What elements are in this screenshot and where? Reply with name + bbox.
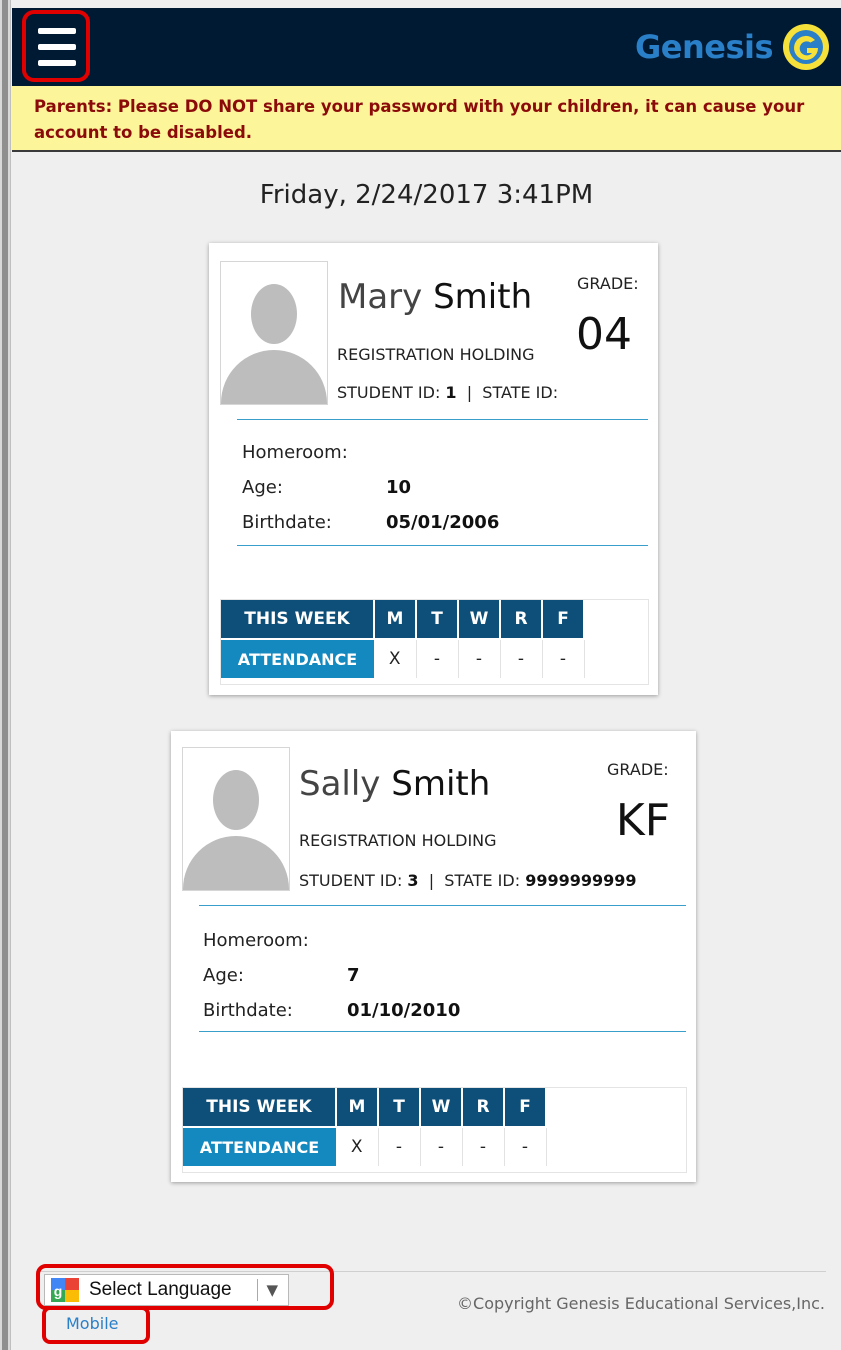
birthdate-value: 01/10/2010	[347, 1000, 461, 1021]
student-id-label: STUDENT ID:	[299, 871, 403, 890]
dropdown-arrow-icon: ▼	[266, 1281, 278, 1299]
day-header-m: M	[336, 1088, 379, 1127]
student-last-name: Smith	[433, 277, 533, 317]
birthdate-label: Birthdate:	[203, 1000, 293, 1021]
student-card-sally[interactable]: Sally Smith GRADE: KF REGISTRATION HOLDI…	[171, 731, 696, 1182]
state-id-label: STATE ID:	[444, 871, 521, 890]
age-row: Age: 10	[242, 470, 499, 505]
attendance-row-label: ATTENDANCE	[221, 638, 374, 678]
day-header-w: W	[458, 600, 501, 639]
this-week-header: THIS WEEK	[183, 1088, 337, 1127]
age-value: 7	[347, 965, 360, 986]
student-id-value: 3	[407, 871, 419, 890]
homeroom-label: Homeroom:	[242, 442, 348, 463]
attendance-mark-r: -	[462, 1126, 505, 1166]
day-header-m: M	[374, 600, 417, 639]
copyright-text: ©Copyright Genesis Educational Services,…	[457, 1294, 825, 1313]
student-details: Homeroom: Age: 10 Birthdate: 05/01/2006	[242, 435, 499, 540]
birthdate-row: Birthdate: 05/01/2006	[242, 505, 499, 540]
genesis-logo[interactable]: Genesis	[635, 22, 831, 72]
age-row: Age: 7	[203, 958, 460, 993]
avatar-head-shape	[213, 770, 259, 830]
student-card-mary[interactable]: Mary Smith GRADE: 04 REGISTRATION HOLDIN…	[209, 243, 658, 695]
student-details: Homeroom: Age: 7 Birthdate: 01/10/2010	[203, 923, 460, 1028]
day-header-t: T	[378, 1088, 421, 1127]
attendance-table: THIS WEEK M T W R F ATTENDANCE X - - - -	[220, 599, 649, 685]
grade-value: KF	[615, 795, 671, 846]
attendance-row-label: ATTENDANCE	[183, 1126, 336, 1166]
attendance-mark-t: -	[416, 638, 459, 678]
id-separator: |	[466, 383, 473, 402]
day-header-f: F	[542, 600, 585, 639]
hamburger-menu-button[interactable]	[22, 10, 90, 82]
day-header-r: R	[500, 600, 543, 639]
student-name: Mary Smith	[338, 277, 532, 317]
age-label: Age:	[242, 477, 283, 498]
birthdate-label: Birthdate:	[242, 512, 332, 533]
password-warning-banner: Parents: Please DO NOT share your passwo…	[12, 86, 841, 152]
attendance-mark-t: -	[378, 1126, 421, 1166]
divider-line	[199, 1031, 686, 1032]
birthdate-row: Birthdate: 01/10/2010	[203, 993, 460, 1028]
day-header-r: R	[462, 1088, 505, 1127]
day-header-f: F	[504, 1088, 547, 1127]
left-scrollbar[interactable]	[0, 0, 11, 1350]
student-last-name: Smith	[391, 764, 491, 804]
scrollbar-thumb[interactable]	[2, 0, 8, 1350]
student-first-name: Mary	[338, 277, 423, 317]
avatar-head-shape	[251, 284, 297, 344]
student-ids: STUDENT ID: 3 | STATE ID: 9999999999	[299, 871, 637, 890]
student-ids: STUDENT ID: 1 | STATE ID:	[337, 383, 558, 402]
grade-label: GRADE:	[607, 760, 669, 779]
hamburger-menu-icon-line-2	[38, 44, 76, 50]
grade-label: GRADE:	[577, 274, 639, 293]
hamburger-menu-icon-line-3	[38, 60, 76, 66]
divider-line	[237, 419, 648, 420]
attendance-mark-m: X	[374, 638, 417, 678]
logo-text: Genesis	[634, 28, 774, 66]
google-translate-icon: g	[51, 1278, 79, 1302]
select-language-dropdown[interactable]: g Select Language ▼	[44, 1274, 289, 1306]
state-id-value: 9999999999	[525, 871, 637, 890]
svg-text:g: g	[54, 1283, 63, 1299]
id-separator: |	[428, 871, 435, 890]
select-language-label: Select Language	[89, 1279, 232, 1300]
top-header: Genesis	[12, 8, 841, 86]
avatar-body-shape	[183, 836, 289, 890]
student-id-value: 1	[445, 383, 457, 402]
genesis-g-icon	[783, 24, 829, 70]
attendance-mark-r: -	[500, 638, 543, 678]
registration-status: REGISTRATION HOLDING	[337, 345, 535, 364]
registration-status: REGISTRATION HOLDING	[299, 831, 497, 850]
grade-value: 04	[576, 309, 632, 360]
day-header-t: T	[416, 600, 459, 639]
divider-line	[237, 545, 648, 546]
student-name: Sally Smith	[299, 764, 490, 804]
age-label: Age:	[203, 965, 244, 986]
birthdate-value: 05/01/2006	[386, 512, 500, 533]
state-id-label: STATE ID:	[482, 383, 559, 402]
day-header-w: W	[420, 1088, 463, 1127]
student-id-label: STUDENT ID:	[337, 383, 441, 402]
dropdown-separator	[257, 1279, 259, 1301]
homeroom-row: Homeroom:	[203, 923, 460, 958]
current-datetime: Friday, 2/24/2017 3:41PM	[259, 180, 594, 210]
attendance-mark-m: X	[336, 1126, 379, 1166]
divider-line	[199, 905, 686, 906]
attendance-mark-f: -	[504, 1126, 547, 1166]
age-value: 10	[386, 477, 412, 498]
mobile-link[interactable]: Mobile	[66, 1314, 118, 1333]
homeroom-row: Homeroom:	[242, 435, 499, 470]
student-first-name: Sally	[299, 764, 381, 804]
student-photo-placeholder	[182, 747, 290, 891]
attendance-mark-f: -	[542, 638, 585, 678]
this-week-header: THIS WEEK	[221, 600, 375, 639]
hamburger-menu-icon	[38, 28, 76, 34]
homeroom-label: Homeroom:	[203, 930, 309, 951]
student-photo-placeholder	[220, 261, 328, 405]
attendance-table: THIS WEEK M T W R F ATTENDANCE X - - - -	[182, 1087, 687, 1173]
avatar-body-shape	[221, 350, 327, 404]
attendance-mark-w: -	[458, 638, 501, 678]
attendance-mark-w: -	[420, 1126, 463, 1166]
